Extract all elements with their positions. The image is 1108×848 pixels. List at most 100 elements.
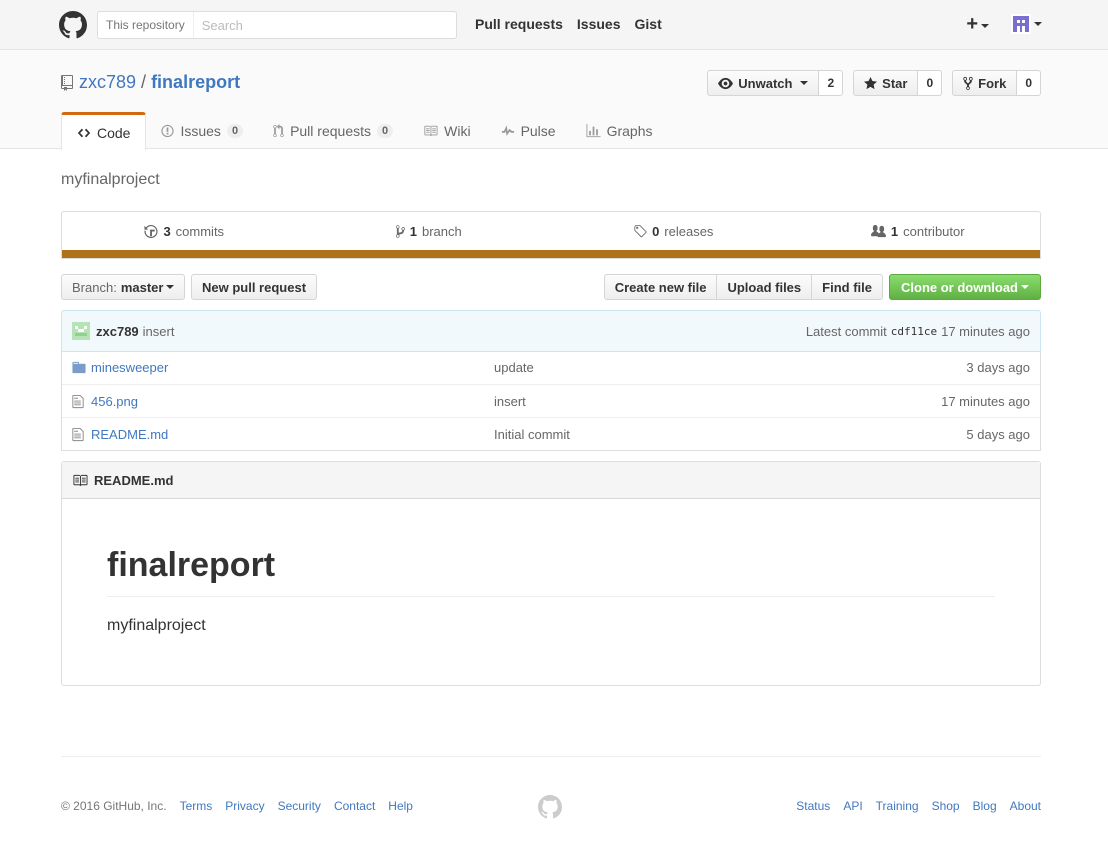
search-input[interactable] [193,13,456,37]
commit-age: 17 minutes ago [941,323,1030,339]
graph-icon [586,123,601,137]
tab-pull-requests[interactable]: Pull requests 0 [258,112,408,149]
branch-label: branch [421,223,462,239]
unwatch-button[interactable]: Unwatch [707,70,820,96]
branches-link[interactable]: 1 branch [307,212,552,250]
tab-label: Graphs [606,122,653,139]
nav-issues[interactable]: Issues [577,16,621,32]
contributors-link[interactable]: 1 contributor [796,212,1041,250]
nav-pull-requests[interactable]: Pull requests [475,16,563,32]
file-name-link[interactable]: README.md [91,427,168,442]
commits-link[interactable]: 3 commits [62,212,307,250]
language-bar[interactable] [62,250,1040,258]
footer-link-status[interactable]: Status [796,799,830,813]
user-menu-dropdown[interactable] [1011,14,1042,34]
stars-count[interactable]: 0 [918,70,943,96]
star-button[interactable]: Star [853,70,919,96]
branch-select-label: Branch: [72,279,117,295]
nav-gist[interactable]: Gist [635,16,662,32]
commit-message-link[interactable]: insert [143,324,175,339]
chevron-down-icon [1021,285,1029,289]
header-user-menu: + [966,14,1042,34]
create-new-file-button[interactable]: Create new file [603,274,718,300]
commit-sha-link[interactable]: cdf11ce [891,325,937,338]
chevron-down-icon [800,81,809,85]
tab-graphs[interactable]: Graphs [571,112,668,149]
header-nav: Pull requests Issues Gist [475,16,662,32]
footer-link-help[interactable]: Help [388,799,413,813]
github-logo-icon[interactable] [59,11,87,39]
watch-group: Unwatch 2 [707,70,844,96]
repo-path-separator: / [141,72,147,92]
forks-count[interactable]: 0 [1017,70,1041,96]
footer-left-links: © 2016 GitHub, Inc. Terms Privacy Securi… [61,799,413,813]
find-file-button[interactable]: Find file [811,274,883,300]
upload-files-button[interactable]: Upload files [716,274,813,300]
file-name-link[interactable]: minesweeper [91,360,168,375]
footer-link-about[interactable]: About [1010,799,1041,813]
repo-description: myfinalproject [61,171,160,188]
readme-header: README.md [62,462,1040,499]
releases-link[interactable]: 0 releases [551,212,796,250]
footer-link-api[interactable]: API [843,799,862,813]
footer-link-terms[interactable]: Terms [180,799,213,813]
contributor-count: 1 [890,223,899,239]
site-header: This repository Pull requests Issues Gis… [0,0,1108,50]
chevron-down-icon [166,285,175,289]
branch-count: 1 [409,223,417,239]
footer-link-shop[interactable]: Shop [932,799,960,813]
footer-link-security[interactable]: Security [278,799,321,813]
commit-author-link[interactable]: zxc789 [96,324,139,339]
readme-filename: README.md [94,472,174,488]
tab-label: Issues [180,122,221,139]
commits-label: commits [175,223,225,239]
tab-label: Code [97,124,131,141]
pull-request-icon [273,123,284,137]
author-avatar[interactable] [72,322,90,340]
create-new-dropdown[interactable]: + [966,14,989,34]
file-commit-message[interactable]: update [494,360,534,375]
repo-tabs: Code Issues 0 Pull requests 0 Wiki Pulse… [61,112,668,150]
commits-count: 3 [163,223,171,239]
tab-code[interactable]: Code [61,112,147,150]
pull-requests-counter: 0 [377,123,394,138]
branch-name: master [120,279,164,295]
new-pull-request-button[interactable]: New pull request [191,274,318,300]
file-icon [72,427,84,442]
tab-wiki[interactable]: Wiki [408,112,485,149]
search-box: This repository [97,11,457,39]
readme-paragraph: myfinalproject [107,616,206,634]
plus-icon: + [966,13,978,35]
repo-owner-link[interactable]: zxc789 [79,72,136,93]
file-commit-message[interactable]: Initial commit [494,427,570,442]
fork-icon [963,76,973,90]
watchers-count[interactable]: 2 [819,70,844,96]
footer-link-contact[interactable]: Contact [334,799,375,813]
file-name-link[interactable]: 456.png [91,394,138,409]
footer-link-privacy[interactable]: Privacy [225,799,264,813]
file-age: 17 minutes ago [941,393,1030,409]
branch-select-button[interactable]: Branch: master [61,274,186,300]
repo-header: zxc789 / finalreport Unwatch 2 Star 0 Fo… [0,50,1108,150]
site-footer: © 2016 GitHub, Inc. Terms Privacy Securi… [61,756,1041,819]
table-row: minesweeper update 3 days ago [62,351,1040,384]
tag-icon [634,224,647,237]
tab-label: Wiki [444,122,471,139]
releases-count: 0 [652,223,660,239]
tab-pulse[interactable]: Pulse [486,112,571,149]
readme-heading: finalreport [107,545,995,597]
commit-meta: Latest commit cdf11ce 17 minutes ago [806,324,1030,339]
star-label: Star [882,75,908,91]
tab-issues[interactable]: Issues 0 [146,112,258,149]
repo-name-link[interactable]: finalreport [151,72,240,93]
branch-icon [395,224,405,238]
github-mark-icon[interactable] [538,795,562,819]
file-commit-message[interactable]: insert [494,394,526,409]
footer-link-blog[interactable]: Blog [973,799,997,813]
file-list: minesweeper update 3 days ago 456.png in… [61,351,1041,451]
footer-link-training[interactable]: Training [876,799,919,813]
book-icon [73,474,88,486]
clone-download-button[interactable]: Clone or download [889,274,1041,300]
issue-icon [161,124,175,137]
fork-button[interactable]: Fork [952,70,1018,96]
